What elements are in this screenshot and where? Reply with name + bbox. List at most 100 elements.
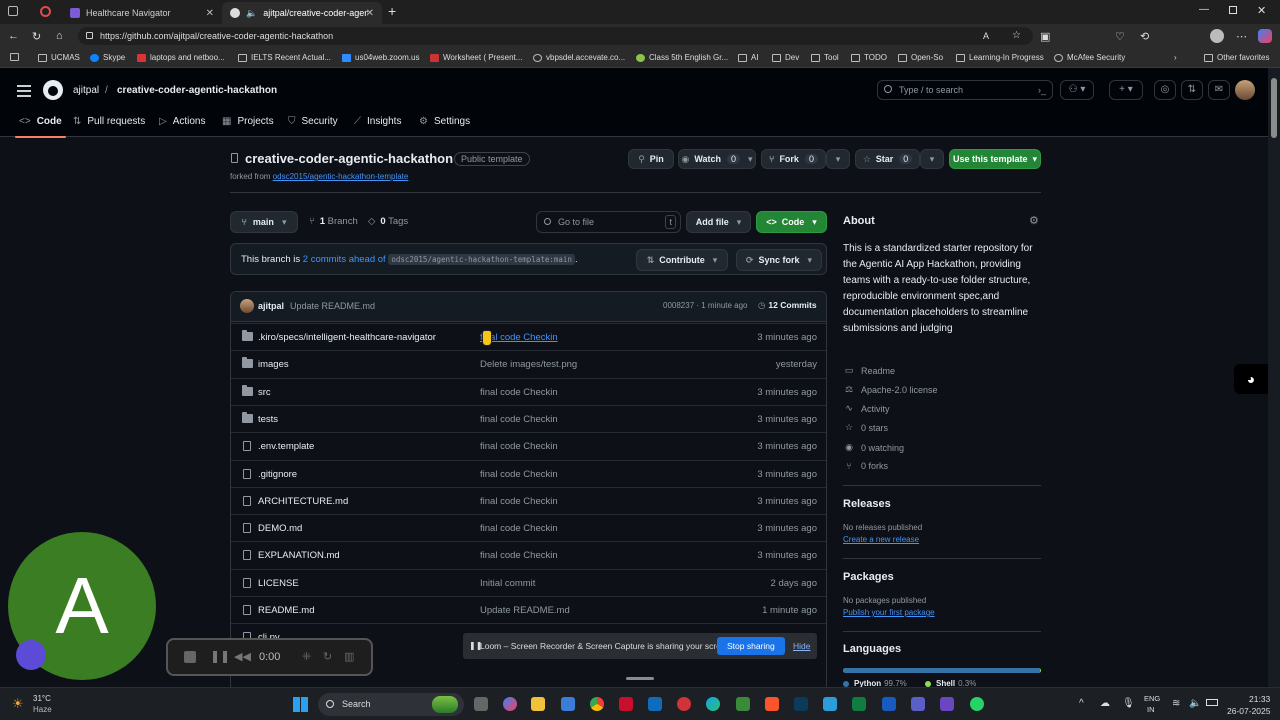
avatar[interactable] (240, 299, 254, 313)
excel-viewer-icon[interactable] (736, 697, 750, 711)
code-button[interactable]: <> Code ▾ (756, 211, 827, 233)
edge-icon[interactable] (706, 697, 720, 711)
pin-button[interactable]: ⚲ Pin (628, 149, 674, 169)
url-field[interactable]: https://github.com/ajitpal/creative-code… (78, 27, 1033, 45)
fork-button[interactable]: ⑂ Fork 0 (761, 149, 826, 169)
task-view-icon[interactable] (474, 697, 488, 711)
publish-package-link[interactable]: Publish your first package (843, 608, 935, 617)
commit-message[interactable]: final code Checkin (480, 387, 558, 398)
bookmark-ielts[interactable]: IELTS Recent Actual... (238, 53, 331, 62)
breadcrumb-repo[interactable]: creative-coder-agentic-hackathon (117, 85, 277, 96)
breadcrumb-owner[interactable]: ajitpal (73, 85, 99, 96)
outlook-icon[interactable] (648, 697, 662, 711)
history-icon[interactable]: ⟲ (1140, 30, 1149, 43)
branch-select-button[interactable]: ⑂ main ▾ (230, 211, 298, 233)
bookmark-dev[interactable]: Dev (772, 53, 799, 62)
tags-link[interactable]: ◇ 0 Tags (368, 216, 408, 227)
commits-ahead-link[interactable]: 2 commits ahead of (303, 254, 386, 265)
file-name[interactable]: ARCHITECTURE.md (258, 496, 348, 507)
stars-link[interactable]: ☆ 0 stars (843, 422, 888, 433)
stop-sharing-button[interactable]: Stop sharing (717, 637, 785, 655)
profile-avatar[interactable] (1210, 29, 1224, 43)
language-bottom[interactable]: IN (1147, 705, 1155, 714)
home-icon[interactable]: ⌂ (56, 30, 63, 42)
avatar[interactable] (1235, 80, 1255, 100)
watch-button[interactable]: ◉ Watch 0 ▾ (678, 149, 756, 169)
restart-icon[interactable]: ↻ (323, 650, 332, 663)
file-name[interactable]: EXPLANATION.md (258, 550, 340, 561)
table-row[interactable]: LICENSE Initial commit 2 days ago (231, 568, 826, 596)
weather-icon[interactable]: ☀ (12, 696, 24, 712)
copilot-app-icon[interactable] (503, 697, 517, 711)
pull-requests-button[interactable]: ⇅ (1181, 80, 1203, 100)
create-new-button[interactable]: + ▾ (1109, 80, 1143, 100)
teams-icon[interactable] (911, 697, 925, 711)
table-row[interactable]: ARCHITECTURE.md final code Checkin 3 min… (231, 486, 826, 514)
tab-insights[interactable]: ⟋ Insights (354, 116, 401, 127)
microphone-icon[interactable]: 🎙 (1122, 698, 1135, 709)
commit-message[interactable]: Initial commit (480, 578, 535, 589)
bookmark-laptops[interactable]: laptops and netboo... (137, 53, 225, 62)
file-name[interactable]: .env.template (258, 441, 314, 452)
bookmark-skype[interactable]: Skype (90, 53, 125, 62)
commit-message[interactable]: Update README.md (290, 301, 375, 311)
go-to-file-input[interactable]: Go to file t (536, 211, 681, 233)
table-row[interactable]: DEMO.md final code Checkin 3 minutes ago (231, 514, 826, 541)
tab-code[interactable]: <> Code (15, 116, 66, 138)
bookmark-worksheet[interactable]: Worksheet ( Present... (430, 53, 522, 62)
commit-message[interactable]: final code Checkin (480, 523, 558, 534)
refresh-icon[interactable]: ↻ (32, 30, 41, 43)
table-row[interactable]: images Delete images/test.png yesterday (231, 350, 826, 377)
file-name[interactable]: LICENSE (258, 578, 299, 589)
start-icon[interactable] (293, 697, 308, 712)
tab-projects[interactable]: ▦ Projects (222, 116, 274, 127)
table-row[interactable]: EXPLANATION.md final code Checkin 3 minu… (231, 541, 826, 568)
fork-dropdown-button[interactable]: ▾ (826, 149, 850, 169)
file-name[interactable]: tests (258, 414, 278, 425)
clock-time[interactable]: 21:33 (1249, 694, 1270, 704)
bookmark-ai[interactable]: AI (738, 53, 759, 62)
close-window-icon[interactable]: ✕ (1257, 4, 1266, 17)
tab-github-repo[interactable]: 🔈 ajitpal/creative-coder-agentic ✕ (222, 2, 382, 24)
wifi-icon[interactable]: ≋ (1172, 698, 1180, 709)
clock-date[interactable]: 26-07-2025 (1227, 706, 1270, 716)
commit-message[interactable]: final code Checkin (480, 496, 558, 507)
mcafee-icon[interactable] (619, 697, 633, 711)
commit-hash-time[interactable]: 0008237 · 1 minute ago (663, 301, 748, 310)
close-icon[interactable]: ✕ (206, 8, 214, 19)
tab-pull-requests[interactable]: ⇅ Pull requests (73, 116, 145, 127)
star-dropdown-button[interactable]: ▾ (920, 149, 944, 169)
repo-title[interactable]: creative-coder-agentic-hackathon (245, 151, 453, 166)
app-icon[interactable] (940, 697, 954, 711)
network-icon[interactable]: ☁ (1100, 698, 1110, 709)
commit-message[interactable]: final code Checkin (480, 550, 558, 561)
inbox-button[interactable]: ✉ (1208, 80, 1230, 100)
commit-message[interactable]: final code Checkin (480, 441, 558, 452)
bookmark-folder-icon[interactable] (10, 53, 23, 61)
speaker-icon[interactable]: 🔈 (246, 8, 257, 19)
brave-icon[interactable] (765, 697, 779, 711)
chrome-icon[interactable] (590, 697, 604, 711)
file-explorer-icon[interactable] (531, 697, 545, 711)
scrollbar[interactable] (1268, 68, 1280, 687)
tab-actions-icon[interactable] (8, 6, 18, 16)
floating-widget-icon[interactable]: ◕ (1234, 364, 1268, 394)
commits-link[interactable]: ◷ 12 Commits (758, 300, 817, 311)
table-row[interactable]: README.md Update README.md 1 minute ago (231, 596, 826, 623)
tab-settings[interactable]: ⚙ Settings (419, 116, 470, 127)
notepad-icon[interactable] (823, 697, 837, 711)
sync-fork-button[interactable]: ⟳ Sync fork ▾ (736, 249, 822, 271)
chevron-right-icon[interactable]: › (1174, 53, 1177, 62)
table-row[interactable]: .kiro/specs/intelligent-healthcare-navig… (231, 323, 826, 350)
favorites-icon[interactable]: ♡ (1115, 30, 1125, 43)
close-icon[interactable]: ✕ (366, 8, 374, 19)
packages-heading[interactable]: Packages (843, 571, 894, 583)
terminal-icon[interactable] (794, 697, 808, 711)
activity-link[interactable]: ∿ Activity (843, 403, 889, 414)
forks-link[interactable]: ⑂ 0 forks (843, 461, 888, 471)
loom-bubble-icon[interactable] (16, 640, 46, 670)
releases-heading[interactable]: Releases (843, 498, 891, 510)
file-name[interactable]: .kiro/specs/intelligent-healthcare-navig… (258, 332, 436, 343)
favorite-star-icon[interactable]: ☆ (1012, 27, 1021, 45)
weather-temp[interactable]: 31°C (33, 694, 51, 703)
